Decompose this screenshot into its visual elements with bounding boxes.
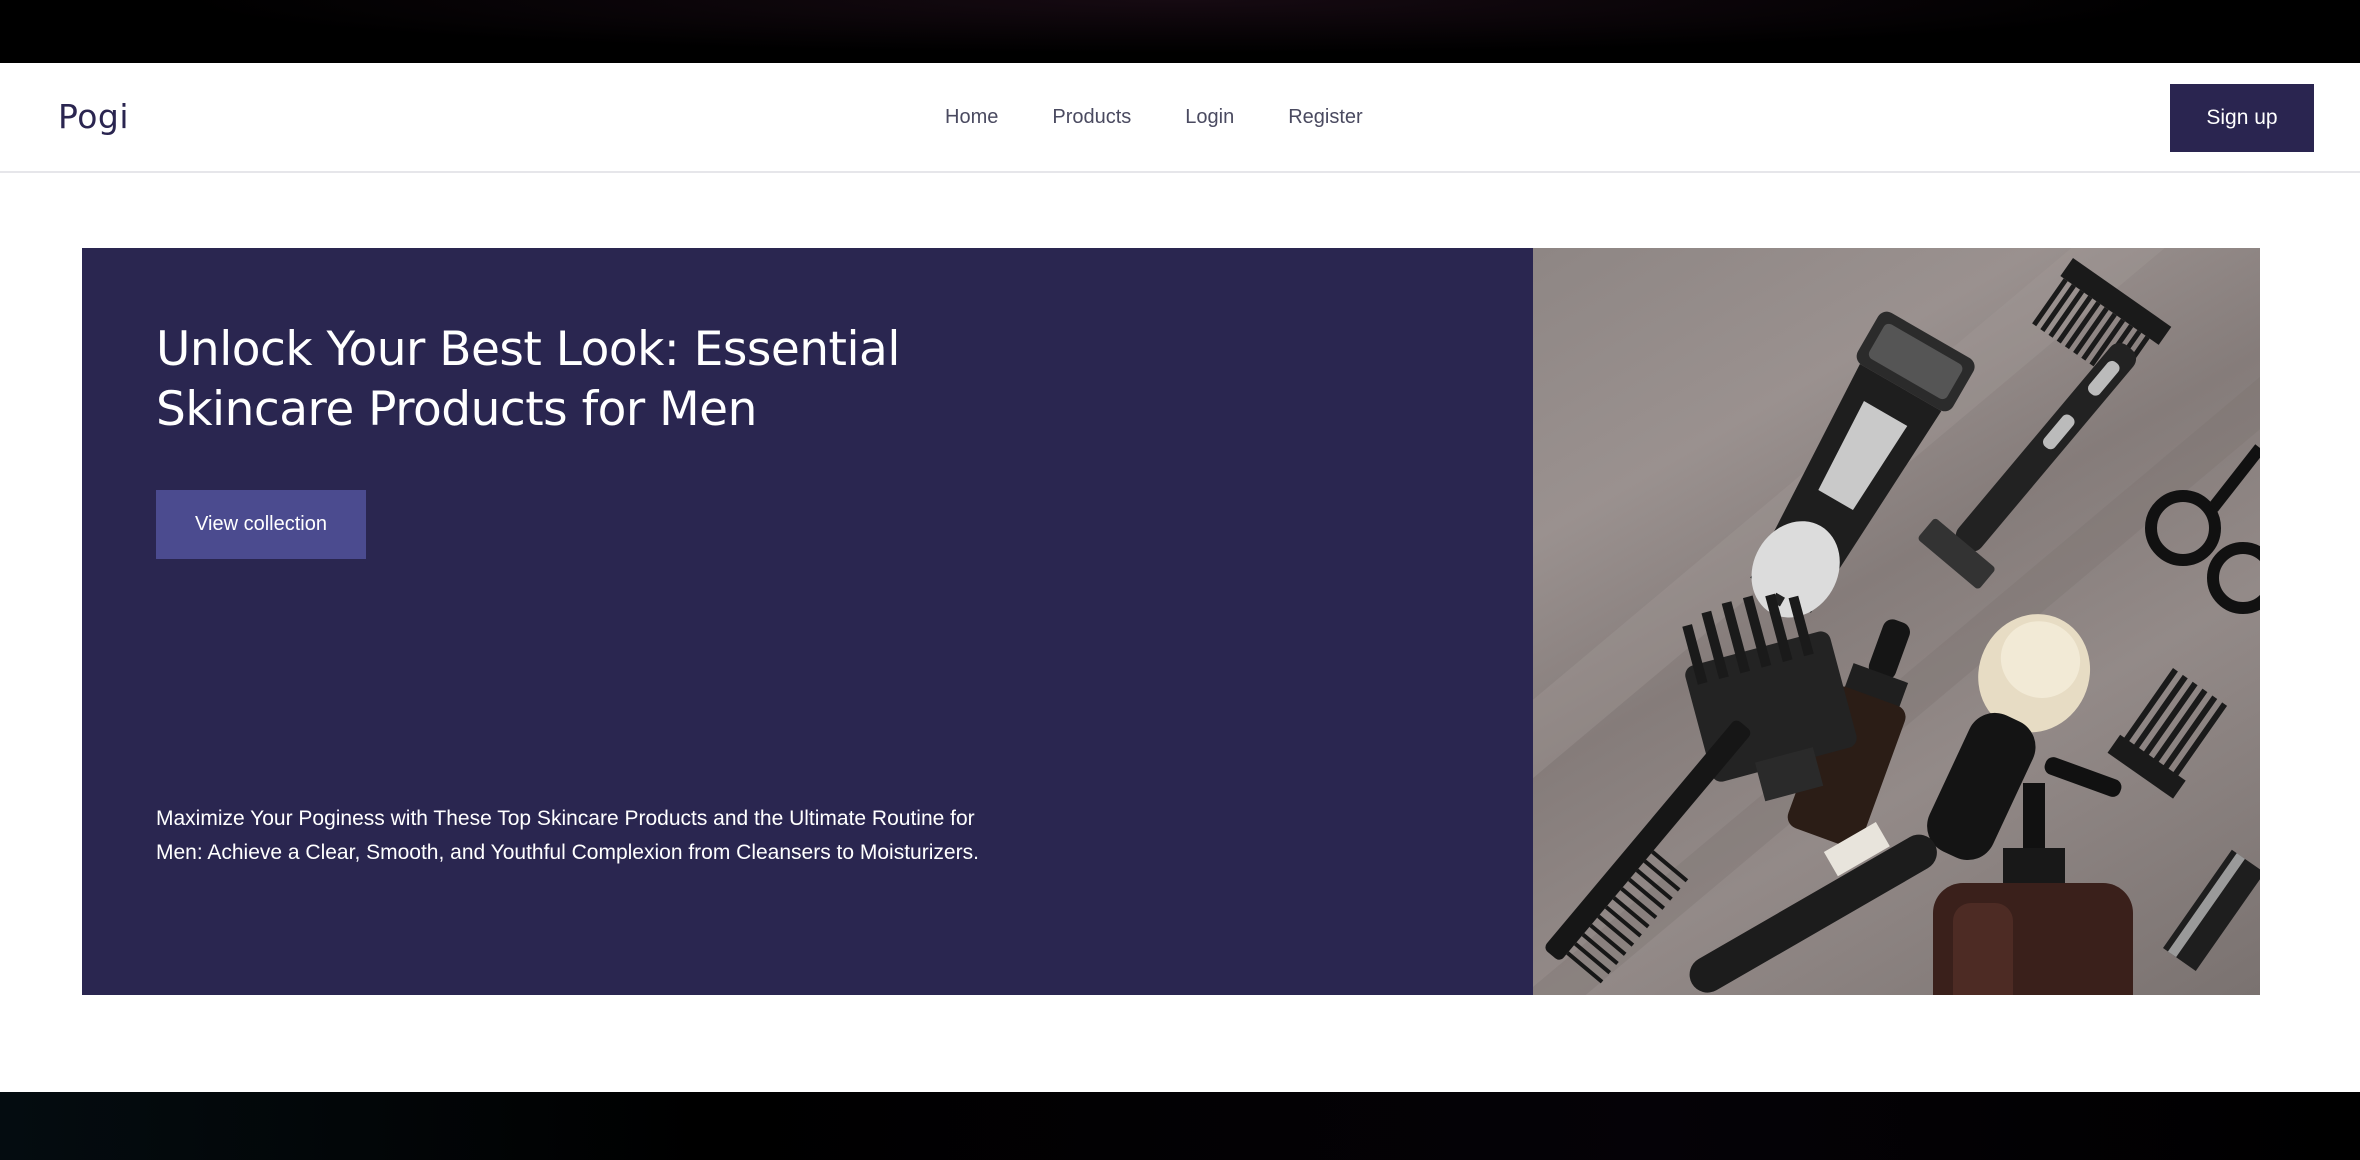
- hero-banner: Unlock Your Best Look: Essential Skincar…: [82, 248, 2260, 995]
- nav-link-home[interactable]: Home: [945, 105, 998, 129]
- nav-link-login[interactable]: Login: [1185, 105, 1234, 129]
- grooming-tools-illustration: [1533, 248, 2260, 995]
- site-header: Pogi Home Products Login Register Sign u…: [0, 63, 2360, 173]
- logo[interactable]: Pogi: [58, 97, 129, 136]
- backdrop-bottom: [0, 1092, 2360, 1160]
- view-collection-button[interactable]: View collection: [156, 490, 366, 559]
- backdrop-top: [0, 0, 2360, 63]
- nav-link-products[interactable]: Products: [1052, 105, 1131, 129]
- nav-link-register[interactable]: Register: [1288, 105, 1362, 129]
- page: Pogi Home Products Login Register Sign u…: [0, 63, 2360, 1092]
- sign-up-button[interactable]: Sign up: [2170, 84, 2314, 152]
- hero-image: [1533, 248, 2260, 995]
- hero-title: Unlock Your Best Look: Essential Skincar…: [156, 322, 900, 437]
- main-nav: Home Products Login Register: [945, 105, 1363, 129]
- hero-description: Maximize Your Poginess with These Top Sk…: [156, 807, 979, 864]
